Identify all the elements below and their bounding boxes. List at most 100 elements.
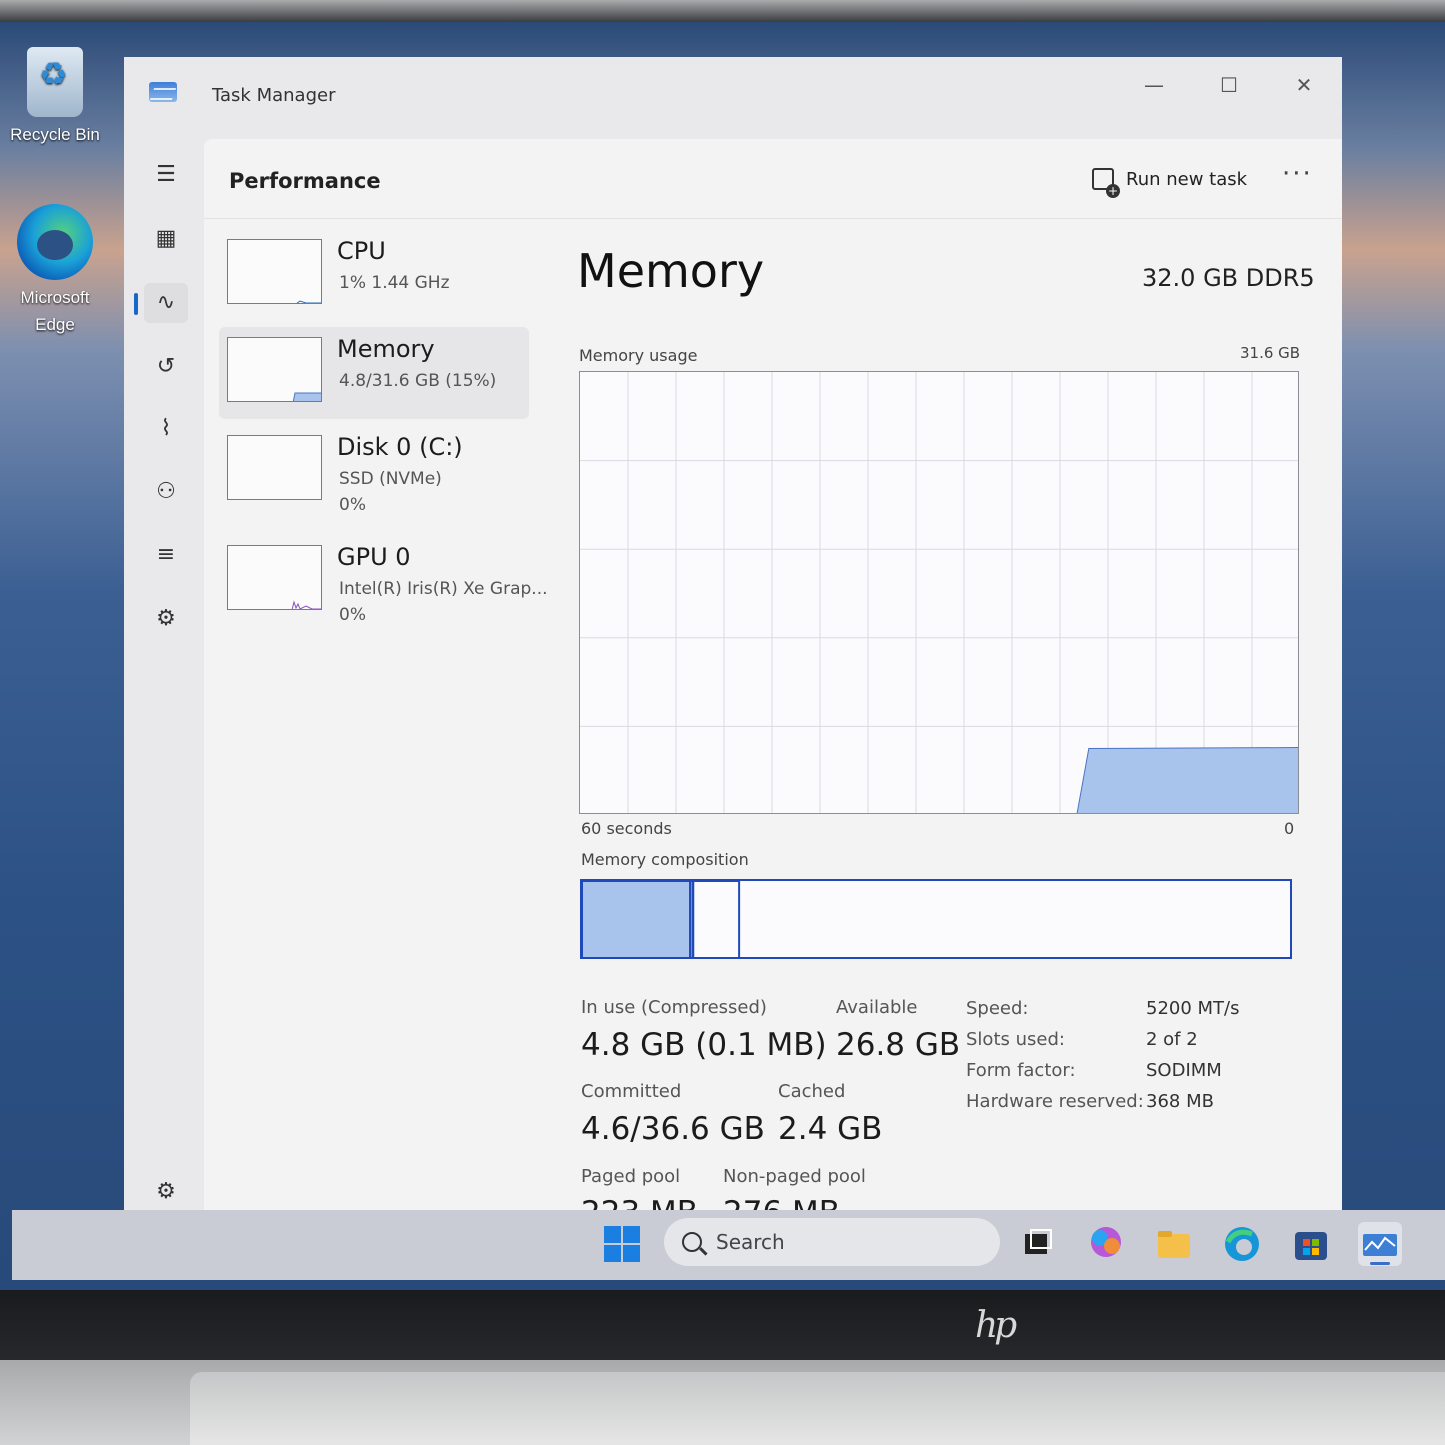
photo-bezel-top (0, 0, 1445, 22)
title-bar[interactable]: Task Manager — ☐ ✕ (124, 57, 1342, 137)
task-manager-icon (1363, 1234, 1397, 1265)
start-button[interactable] (600, 1222, 644, 1266)
form-factor-value: SODIMM (1146, 1060, 1222, 1081)
memory-usage-area (1076, 747, 1298, 813)
memory-composition-bar (580, 879, 1292, 959)
usage-graph-svg (580, 372, 1298, 813)
committed-label: Committed (581, 1081, 682, 1102)
composition-standby (692, 881, 741, 957)
device-name: Memory (337, 335, 435, 363)
committed-value: 4.6/36.6 GB (581, 1111, 765, 1147)
task-manager-icon (149, 82, 177, 102)
run-new-task-button[interactable]: Run new task (1082, 161, 1257, 198)
hardware-reserved-key: Hardware reserved: (966, 1091, 1144, 1112)
page-header: Performance Run new task ··· (204, 139, 1342, 219)
device-disk[interactable]: Disk 0 (C:) SSD (NVMe) 0% (219, 425, 529, 517)
graph-x-start-label: 60 seconds (581, 819, 672, 838)
laptop-chassis-edge (190, 1372, 1445, 1445)
device-gpu[interactable]: GPU 0 Intel(R) Iris(R) Xe Grap... 0% (219, 535, 548, 627)
device-usage: 0% (339, 605, 366, 625)
recycle-bin-icon (27, 47, 83, 117)
more-options-button[interactable]: ··· (1282, 159, 1313, 189)
run-task-label: Run new task (1126, 168, 1248, 190)
folder-icon (1158, 1231, 1190, 1258)
hp-logo: hp (975, 1305, 1017, 1346)
cached-label: Cached (778, 1081, 846, 1102)
memory-composition-label: Memory composition (581, 850, 749, 869)
speed-key: Speed: (966, 998, 1029, 1019)
device-name: GPU 0 (337, 543, 411, 571)
composition-svg (582, 881, 741, 957)
performance-icon[interactable]: ∿ (134, 283, 188, 323)
paged-pool-label: Paged pool (581, 1166, 681, 1187)
hamburger-icon[interactable]: ☰ (144, 155, 188, 195)
window-title: Task Manager (212, 85, 336, 106)
device-usage: 0% (339, 495, 366, 515)
available-value: 26.8 GB (836, 1027, 961, 1063)
edge-taskbar-button[interactable] (1220, 1222, 1264, 1266)
device-detail: Intel(R) Iris(R) Xe Grap... (339, 579, 548, 599)
store-icon (1295, 1232, 1327, 1260)
screen: Recycle Bin Microsoft Edge Task Manager … (0, 22, 1445, 1290)
cached-value: 2.4 GB (778, 1111, 883, 1147)
app-history-icon[interactable]: ↺ (144, 347, 188, 387)
edge-icon (1225, 1227, 1259, 1261)
device-memory[interactable]: Memory 4.8/31.6 GB (15%) (219, 327, 529, 419)
file-explorer-button[interactable] (1152, 1222, 1196, 1266)
nav-rail: ☰ ▦ ∿ ↺ ⌇ ⚇ ≡ ⚙ ⚙ (124, 137, 204, 1232)
memory-usage-graph (579, 371, 1299, 814)
gpu-thumbnail (227, 545, 322, 610)
available-label: Available (836, 997, 918, 1018)
minimize-button[interactable]: — (1129, 67, 1179, 103)
desktop-icon-edge[interactable]: Microsoft Edge (0, 204, 110, 338)
edge-icon (17, 204, 93, 280)
performance-page: Performance Run new task ··· CPU 1% 1.44… (204, 139, 1342, 1232)
users-icon[interactable]: ⚇ (144, 472, 188, 512)
processes-icon[interactable]: ▦ (144, 219, 188, 259)
desktop-icon-label: Recycle Bin (10, 125, 100, 144)
taskbar: Search (12, 1210, 1445, 1280)
settings-icon[interactable]: ⚙ (144, 1172, 188, 1212)
taskbar-search[interactable]: Search (664, 1218, 1000, 1266)
run-task-icon (1092, 168, 1120, 198)
memory-spec: 32.0 GB DDR5 (1142, 264, 1315, 292)
slots-used-value: 2 of 2 (1146, 1029, 1198, 1050)
windows-logo-icon (604, 1226, 640, 1262)
device-name: Disk 0 (C:) (337, 433, 463, 461)
device-detail: 1% 1.44 GHz (339, 273, 450, 293)
memory-usage-label: Memory usage (579, 346, 698, 365)
slots-used-key: Slots used: (966, 1029, 1065, 1050)
memory-thumbnail (227, 337, 322, 402)
device-name: CPU (337, 237, 386, 265)
task-view-button[interactable] (1015, 1222, 1059, 1266)
non-paged-pool-label: Non-paged pool (723, 1166, 866, 1187)
cpu-thumbnail (227, 239, 322, 304)
m365-icon (1091, 1227, 1121, 1257)
desktop-icon-label: Microsoft Edge (20, 288, 90, 334)
search-icon (682, 1232, 702, 1252)
composition-in-use (582, 881, 692, 957)
form-factor-key: Form factor: (966, 1060, 1076, 1081)
startup-apps-icon[interactable]: ⌇ (144, 409, 188, 449)
task-manager-window: Task Manager — ☐ ✕ ☰ ▦ ∿ ↺ ⌇ ⚇ ≡ ⚙ ⚙ Per… (124, 57, 1342, 1232)
in-use-value: 4.8 GB (0.1 MB) (581, 1027, 827, 1063)
task-view-icon (1025, 1229, 1052, 1254)
in-use-label: In use (Compressed) (581, 997, 767, 1018)
memory-usage-max: 31.6 GB (1240, 344, 1301, 362)
close-button[interactable]: ✕ (1279, 67, 1329, 103)
details-icon[interactable]: ≡ (144, 535, 188, 575)
device-detail: SSD (NVMe) (339, 469, 442, 489)
hardware-reserved-value: 368 MB (1146, 1091, 1214, 1112)
search-placeholder: Search (716, 1230, 785, 1254)
m365-copilot-button[interactable] (1084, 1222, 1128, 1266)
speed-value: 5200 MT/s (1146, 998, 1240, 1019)
device-detail: 4.8/31.6 GB (15%) (339, 371, 497, 391)
maximize-button[interactable]: ☐ (1204, 67, 1254, 103)
device-cpu[interactable]: CPU 1% 1.44 GHz (219, 229, 529, 321)
task-manager-taskbar-button[interactable] (1358, 1222, 1402, 1266)
microsoft-store-button[interactable] (1289, 1222, 1333, 1266)
services-icon[interactable]: ⚙ (144, 599, 188, 639)
memory-heading: Memory (577, 244, 765, 298)
desktop-icon-recycle-bin[interactable]: Recycle Bin (0, 47, 110, 148)
photo-bezel-bottom (0, 1290, 1445, 1360)
